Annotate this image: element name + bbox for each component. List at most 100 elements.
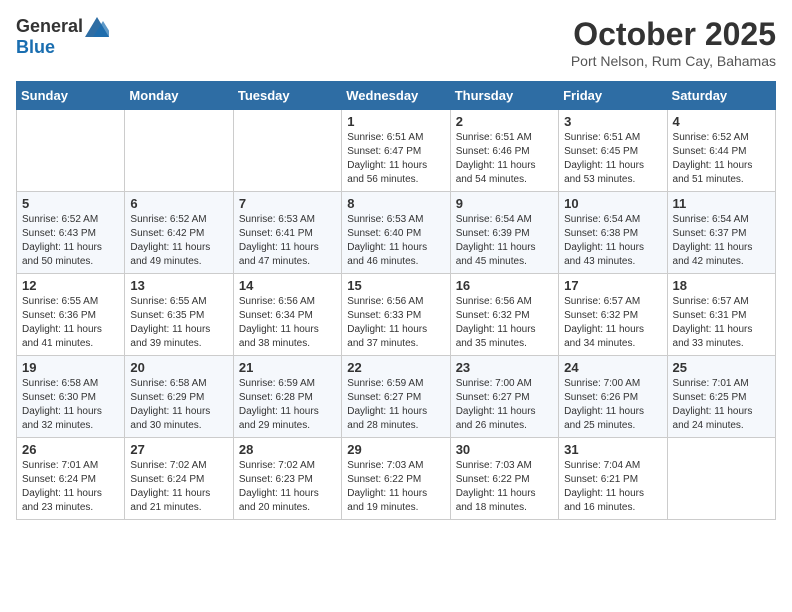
calendar-cell [233,110,341,192]
title-area: October 2025 Port Nelson, Rum Cay, Baham… [571,16,776,69]
day-info: Sunrise: 6:58 AMSunset: 6:30 PMDaylight:… [22,377,119,433]
day-info: Sunrise: 6:54 AMSunset: 6:37 PMDaylight:… [673,213,770,269]
day-number: 9 [456,196,553,211]
day-info: Sunrise: 6:53 AMSunset: 6:40 PMDaylight:… [347,213,444,269]
day-info: Sunrise: 6:58 AMSunset: 6:29 PMDaylight:… [130,377,227,433]
day-number: 4 [673,114,770,129]
day-info: Sunrise: 6:51 AMSunset: 6:47 PMDaylight:… [347,131,444,187]
day-info: Sunrise: 6:51 AMSunset: 6:45 PMDaylight:… [564,131,661,187]
calendar-cell: 18 Sunrise: 6:57 AMSunset: 6:31 PMDayligh… [667,274,775,356]
calendar-week-row: 5Sunrise: 6:52 AMSunset: 6:43 PMDaylight… [17,192,776,274]
calendar-cell: 29Sunrise: 7:03 AMSunset: 6:22 PMDayligh… [342,438,450,520]
page-header: General Blue October 2025 Port Nelson, R… [16,16,776,69]
day-info: Sunrise: 6:54 AMSunset: 6:38 PMDaylight:… [564,213,661,269]
calendar-cell: 14Sunrise: 6:56 AMSunset: 6:34 PMDayligh… [233,274,341,356]
calendar-cell: 15 Sunrise: 6:56 AMSunset: 6:33 PMDayligh… [342,274,450,356]
day-info: Sunrise: 6:54 AMSunset: 6:39 PMDaylight:… [456,213,553,269]
day-info: Sunrise: 7:03 AMSunset: 6:22 PMDaylight:… [347,459,444,515]
day-info: Sunrise: 7:01 AMSunset: 6:24 PMDaylight:… [22,459,119,515]
calendar-cell: 10Sunrise: 6:54 AMSunset: 6:38 PMDayligh… [559,192,667,274]
day-info: Sunrise: 6:56 AMSunset: 6:33 PMDaylight:… [347,295,444,351]
logo-blue-text: Blue [16,37,55,58]
day-number: 18 [673,278,770,293]
day-number: 19 [22,360,119,375]
calendar-cell: 21Sunrise: 6:59 AMSunset: 6:28 PMDayligh… [233,356,341,438]
calendar-cell: 16 Sunrise: 6:56 AMSunset: 6:32 PMDayligh… [450,274,558,356]
calendar-cell: 26 Sunrise: 7:01 AMSunset: 6:24 PMDayligh… [17,438,125,520]
day-number: 6 [130,196,227,211]
day-info: Sunrise: 7:02 AMSunset: 6:23 PMDaylight:… [239,459,336,515]
day-info: Sunrise: 7:00 AMSunset: 6:26 PMDaylight:… [564,377,661,433]
day-info: Sunrise: 6:55 AMSunset: 6:36 PMDaylight:… [22,295,119,351]
logo: General Blue [16,16,109,58]
calendar-cell: 7Sunrise: 6:53 AMSunset: 6:41 PMDaylight… [233,192,341,274]
calendar-cell: 4 Sunrise: 6:52 AMSunset: 6:44 PMDaylight… [667,110,775,192]
calendar-cell: 12 Sunrise: 6:55 AMSunset: 6:36 PMDayligh… [17,274,125,356]
day-number: 16 [456,278,553,293]
day-info: Sunrise: 6:56 AMSunset: 6:32 PMDaylight:… [456,295,553,351]
day-number: 22 [347,360,444,375]
calendar-cell: 1 Sunrise: 6:51 AMSunset: 6:47 PMDaylight… [342,110,450,192]
calendar-cell: 9 Sunrise: 6:54 AMSunset: 6:39 PMDaylight… [450,192,558,274]
calendar-cell: 25Sunrise: 7:01 AMSunset: 6:25 PMDayligh… [667,356,775,438]
day-number: 11 [673,196,770,211]
calendar-cell: 27 Sunrise: 7:02 AMSunset: 6:24 PMDayligh… [125,438,233,520]
calendar-cell [17,110,125,192]
day-number: 8 [347,196,444,211]
day-info: Sunrise: 6:52 AMSunset: 6:44 PMDaylight:… [673,131,770,187]
calendar-cell: 11 Sunrise: 6:54 AMSunset: 6:37 PMDayligh… [667,192,775,274]
day-info: Sunrise: 7:02 AMSunset: 6:24 PMDaylight:… [130,459,227,515]
day-number: 28 [239,442,336,457]
weekday-header-friday: Friday [559,82,667,110]
day-number: 3 [564,114,661,129]
day-info: Sunrise: 6:51 AMSunset: 6:46 PMDaylight:… [456,131,553,187]
calendar-cell: 13Sunrise: 6:55 AMSunset: 6:35 PMDayligh… [125,274,233,356]
calendar-cell: 19 Sunrise: 6:58 AMSunset: 6:30 PMDayligh… [17,356,125,438]
calendar-cell [667,438,775,520]
day-number: 23 [456,360,553,375]
calendar-week-row: 19 Sunrise: 6:58 AMSunset: 6:30 PMDayligh… [17,356,776,438]
day-number: 2 [456,114,553,129]
day-number: 17 [564,278,661,293]
calendar-cell: 6 Sunrise: 6:52 AMSunset: 6:42 PMDaylight… [125,192,233,274]
calendar-cell: 2 Sunrise: 6:51 AMSunset: 6:46 PMDaylight… [450,110,558,192]
day-number: 20 [130,360,227,375]
calendar-cell: 5Sunrise: 6:52 AMSunset: 6:43 PMDaylight… [17,192,125,274]
day-info: Sunrise: 6:56 AMSunset: 6:34 PMDaylight:… [239,295,336,351]
day-number: 15 [347,278,444,293]
day-number: 31 [564,442,661,457]
calendar-week-row: 12 Sunrise: 6:55 AMSunset: 6:36 PMDayligh… [17,274,776,356]
day-info: Sunrise: 6:57 AMSunset: 6:32 PMDaylight:… [564,295,661,351]
calendar-cell: 23Sunrise: 7:00 AMSunset: 6:27 PMDayligh… [450,356,558,438]
calendar-cell [125,110,233,192]
day-info: Sunrise: 6:52 AMSunset: 6:42 PMDaylight:… [130,213,227,269]
location-subtitle: Port Nelson, Rum Cay, Bahamas [571,53,776,69]
calendar-cell: 30Sunrise: 7:03 AMSunset: 6:22 PMDayligh… [450,438,558,520]
calendar-cell: 17 Sunrise: 6:57 AMSunset: 6:32 PMDayligh… [559,274,667,356]
day-number: 30 [456,442,553,457]
calendar-cell: 20 Sunrise: 6:58 AMSunset: 6:29 PMDayligh… [125,356,233,438]
calendar-week-row: 26 Sunrise: 7:01 AMSunset: 6:24 PMDayligh… [17,438,776,520]
calendar-cell: 28 Sunrise: 7:02 AMSunset: 6:23 PMDayligh… [233,438,341,520]
day-number: 1 [347,114,444,129]
calendar-cell: 8 Sunrise: 6:53 AMSunset: 6:40 PMDaylight… [342,192,450,274]
day-number: 21 [239,360,336,375]
weekday-header-wednesday: Wednesday [342,82,450,110]
calendar-cell: 3 Sunrise: 6:51 AMSunset: 6:45 PMDaylight… [559,110,667,192]
day-info: Sunrise: 6:59 AMSunset: 6:27 PMDaylight:… [347,377,444,433]
day-number: 12 [22,278,119,293]
calendar-cell: 31Sunrise: 7:04 AMSunset: 6:21 PMDayligh… [559,438,667,520]
day-info: Sunrise: 6:57 AMSunset: 6:31 PMDaylight:… [673,295,770,351]
calendar-week-row: 1 Sunrise: 6:51 AMSunset: 6:47 PMDaylight… [17,110,776,192]
logo-icon [85,17,109,37]
weekday-header-saturday: Saturday [667,82,775,110]
logo-general-text: General [16,16,83,37]
day-number: 25 [673,360,770,375]
day-info: Sunrise: 6:55 AMSunset: 6:35 PMDaylight:… [130,295,227,351]
calendar-table: SundayMondayTuesdayWednesdayThursdayFrid… [16,81,776,520]
weekday-header-tuesday: Tuesday [233,82,341,110]
day-number: 26 [22,442,119,457]
day-number: 24 [564,360,661,375]
day-number: 27 [130,442,227,457]
calendar-cell: 24 Sunrise: 7:00 AMSunset: 6:26 PMDayligh… [559,356,667,438]
